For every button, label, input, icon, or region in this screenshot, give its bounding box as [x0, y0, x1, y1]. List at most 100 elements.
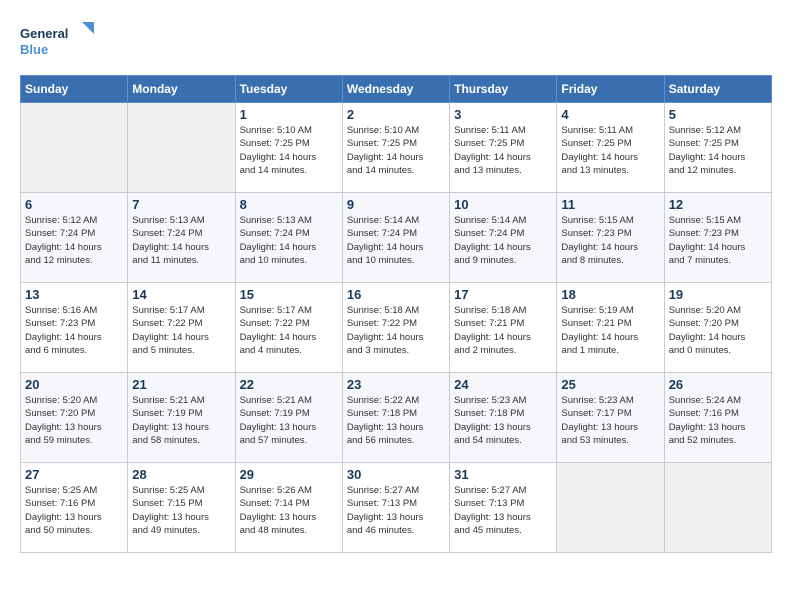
- calendar-cell: 7Sunrise: 5:13 AM Sunset: 7:24 PM Daylig…: [128, 193, 235, 283]
- day-number: 27: [25, 467, 123, 482]
- day-number: 20: [25, 377, 123, 392]
- day-info: Sunrise: 5:21 AM Sunset: 7:19 PM Dayligh…: [132, 394, 230, 447]
- calendar-cell: 24Sunrise: 5:23 AM Sunset: 7:18 PM Dayli…: [450, 373, 557, 463]
- weekday-header-row: SundayMondayTuesdayWednesdayThursdayFrid…: [21, 76, 772, 103]
- weekday-header-saturday: Saturday: [664, 76, 771, 103]
- logo-svg: General Blue: [20, 20, 100, 65]
- week-row-4: 20Sunrise: 5:20 AM Sunset: 7:20 PM Dayli…: [21, 373, 772, 463]
- day-info: Sunrise: 5:18 AM Sunset: 7:21 PM Dayligh…: [454, 304, 552, 357]
- day-number: 14: [132, 287, 230, 302]
- calendar-cell: [128, 103, 235, 193]
- calendar-cell: 21 Sunrise: 5:21 AM Sunset: 7:19 PM Dayli…: [128, 373, 235, 463]
- calendar-cell: 3 Sunrise: 5:11 AM Sunset: 7:25 PM Daylig…: [450, 103, 557, 193]
- day-number: 1: [240, 107, 338, 122]
- day-number: 29: [240, 467, 338, 482]
- svg-text:General: General: [20, 26, 68, 41]
- day-info: Sunrise: 5:15 AM Sunset: 7:23 PM Dayligh…: [669, 214, 767, 267]
- day-info: Sunrise: 5:10 AM Sunset: 7:25 PM Dayligh…: [240, 124, 338, 177]
- calendar-cell: 9 Sunrise: 5:14 AM Sunset: 7:24 PM Daylig…: [342, 193, 449, 283]
- day-number: 22: [240, 377, 338, 392]
- svg-text:Blue: Blue: [20, 42, 48, 57]
- calendar-cell: 15Sunrise: 5:17 AM Sunset: 7:22 PM Dayli…: [235, 283, 342, 373]
- day-info: Sunrise: 5:13 AM Sunset: 7:24 PM Dayligh…: [132, 214, 230, 267]
- calendar-cell: 31 Sunrise: 5:27 AM Sunset: 7:13 PM Dayli…: [450, 463, 557, 553]
- calendar-cell: 22 Sunrise: 5:21 AM Sunset: 7:19 PM Dayli…: [235, 373, 342, 463]
- week-row-5: 27 Sunrise: 5:25 AM Sunset: 7:16 PM Dayli…: [21, 463, 772, 553]
- calendar-header: SundayMondayTuesdayWednesdayThursdayFrid…: [21, 76, 772, 103]
- calendar-cell: 6 Sunrise: 5:12 AM Sunset: 7:24 PM Daylig…: [21, 193, 128, 283]
- calendar-cell: 14 Sunrise: 5:17 AM Sunset: 7:22 PM Dayli…: [128, 283, 235, 373]
- calendar-cell: 17 Sunrise: 5:18 AM Sunset: 7:21 PM Dayli…: [450, 283, 557, 373]
- week-row-2: 6 Sunrise: 5:12 AM Sunset: 7:24 PM Daylig…: [21, 193, 772, 283]
- day-info: Sunrise: 5:11 AM Sunset: 7:25 PM Dayligh…: [454, 124, 552, 177]
- calendar-cell: 29 Sunrise: 5:26 AM Sunset: 7:14 PM Dayli…: [235, 463, 342, 553]
- calendar-cell: 20Sunrise: 5:20 AM Sunset: 7:20 PM Dayli…: [21, 373, 128, 463]
- calendar-cell: 4 Sunrise: 5:11 AM Sunset: 7:25 PM Daylig…: [557, 103, 664, 193]
- calendar-cell: 25 Sunrise: 5:23 AM Sunset: 7:17 PM Dayli…: [557, 373, 664, 463]
- calendar-cell: 10 Sunrise: 5:14 AM Sunset: 7:24 PM Dayli…: [450, 193, 557, 283]
- calendar-cell: 18Sunrise: 5:19 AM Sunset: 7:21 PM Dayli…: [557, 283, 664, 373]
- day-number: 30: [347, 467, 445, 482]
- calendar-cell: 12 Sunrise: 5:15 AM Sunset: 7:23 PM Dayli…: [664, 193, 771, 283]
- calendar-cell: 1 Sunrise: 5:10 AM Sunset: 7:25 PM Daylig…: [235, 103, 342, 193]
- calendar-cell: 28 Sunrise: 5:25 AM Sunset: 7:15 PM Dayli…: [128, 463, 235, 553]
- day-number: 15: [240, 287, 338, 302]
- day-info: Sunrise: 5:22 AM Sunset: 7:18 PM Dayligh…: [347, 394, 445, 447]
- day-info: Sunrise: 5:18 AM Sunset: 7:22 PM Dayligh…: [347, 304, 445, 357]
- day-number: 25: [561, 377, 659, 392]
- day-info: Sunrise: 5:25 AM Sunset: 7:15 PM Dayligh…: [132, 484, 230, 537]
- day-number: 13: [25, 287, 123, 302]
- day-number: 23: [347, 377, 445, 392]
- day-info: Sunrise: 5:15 AM Sunset: 7:23 PM Dayligh…: [561, 214, 659, 267]
- day-number: 4: [561, 107, 659, 122]
- day-number: 31: [454, 467, 552, 482]
- day-info: Sunrise: 5:24 AM Sunset: 7:16 PM Dayligh…: [669, 394, 767, 447]
- day-info: Sunrise: 5:13 AM Sunset: 7:24 PM Dayligh…: [240, 214, 338, 267]
- day-info: Sunrise: 5:16 AM Sunset: 7:23 PM Dayligh…: [25, 304, 123, 357]
- day-number: 8: [240, 197, 338, 212]
- day-info: Sunrise: 5:27 AM Sunset: 7:13 PM Dayligh…: [347, 484, 445, 537]
- calendar-cell: 5Sunrise: 5:12 AM Sunset: 7:25 PM Daylig…: [664, 103, 771, 193]
- day-info: Sunrise: 5:17 AM Sunset: 7:22 PM Dayligh…: [132, 304, 230, 357]
- day-number: 6: [25, 197, 123, 212]
- calendar-cell: 23 Sunrise: 5:22 AM Sunset: 7:18 PM Dayli…: [342, 373, 449, 463]
- day-info: Sunrise: 5:25 AM Sunset: 7:16 PM Dayligh…: [25, 484, 123, 537]
- day-number: 11: [561, 197, 659, 212]
- weekday-header-sunday: Sunday: [21, 76, 128, 103]
- day-info: Sunrise: 5:14 AM Sunset: 7:24 PM Dayligh…: [454, 214, 552, 267]
- day-number: 21: [132, 377, 230, 392]
- calendar-cell: [21, 103, 128, 193]
- calendar-cell: 11 Sunrise: 5:15 AM Sunset: 7:23 PM Dayli…: [557, 193, 664, 283]
- day-number: 10: [454, 197, 552, 212]
- day-number: 9: [347, 197, 445, 212]
- day-info: Sunrise: 5:11 AM Sunset: 7:25 PM Dayligh…: [561, 124, 659, 177]
- day-info: Sunrise: 5:12 AM Sunset: 7:24 PM Dayligh…: [25, 214, 123, 267]
- calendar-cell: 16 Sunrise: 5:18 AM Sunset: 7:22 PM Dayli…: [342, 283, 449, 373]
- calendar-cell: [664, 463, 771, 553]
- calendar-table: SundayMondayTuesdayWednesdayThursdayFrid…: [20, 75, 772, 553]
- calendar-cell: 2Sunrise: 5:10 AM Sunset: 7:25 PM Daylig…: [342, 103, 449, 193]
- day-info: Sunrise: 5:27 AM Sunset: 7:13 PM Dayligh…: [454, 484, 552, 537]
- weekday-header-tuesday: Tuesday: [235, 76, 342, 103]
- day-number: 26: [669, 377, 767, 392]
- day-info: Sunrise: 5:23 AM Sunset: 7:17 PM Dayligh…: [561, 394, 659, 447]
- day-info: Sunrise: 5:14 AM Sunset: 7:24 PM Dayligh…: [347, 214, 445, 267]
- day-number: 3: [454, 107, 552, 122]
- calendar-body: 1 Sunrise: 5:10 AM Sunset: 7:25 PM Daylig…: [21, 103, 772, 553]
- day-number: 16: [347, 287, 445, 302]
- day-number: 12: [669, 197, 767, 212]
- day-info: Sunrise: 5:19 AM Sunset: 7:21 PM Dayligh…: [561, 304, 659, 357]
- calendar-cell: 8 Sunrise: 5:13 AM Sunset: 7:24 PM Daylig…: [235, 193, 342, 283]
- calendar-cell: 30 Sunrise: 5:27 AM Sunset: 7:13 PM Dayli…: [342, 463, 449, 553]
- week-row-3: 13 Sunrise: 5:16 AM Sunset: 7:23 PM Dayli…: [21, 283, 772, 373]
- day-number: 19: [669, 287, 767, 302]
- day-info: Sunrise: 5:20 AM Sunset: 7:20 PM Dayligh…: [669, 304, 767, 357]
- calendar-cell: 26 Sunrise: 5:24 AM Sunset: 7:16 PM Dayli…: [664, 373, 771, 463]
- calendar-cell: 13 Sunrise: 5:16 AM Sunset: 7:23 PM Dayli…: [21, 283, 128, 373]
- day-number: 17: [454, 287, 552, 302]
- weekday-header-friday: Friday: [557, 76, 664, 103]
- weekday-header-wednesday: Wednesday: [342, 76, 449, 103]
- day-number: 28: [132, 467, 230, 482]
- day-info: Sunrise: 5:26 AM Sunset: 7:14 PM Dayligh…: [240, 484, 338, 537]
- day-info: Sunrise: 5:21 AM Sunset: 7:19 PM Dayligh…: [240, 394, 338, 447]
